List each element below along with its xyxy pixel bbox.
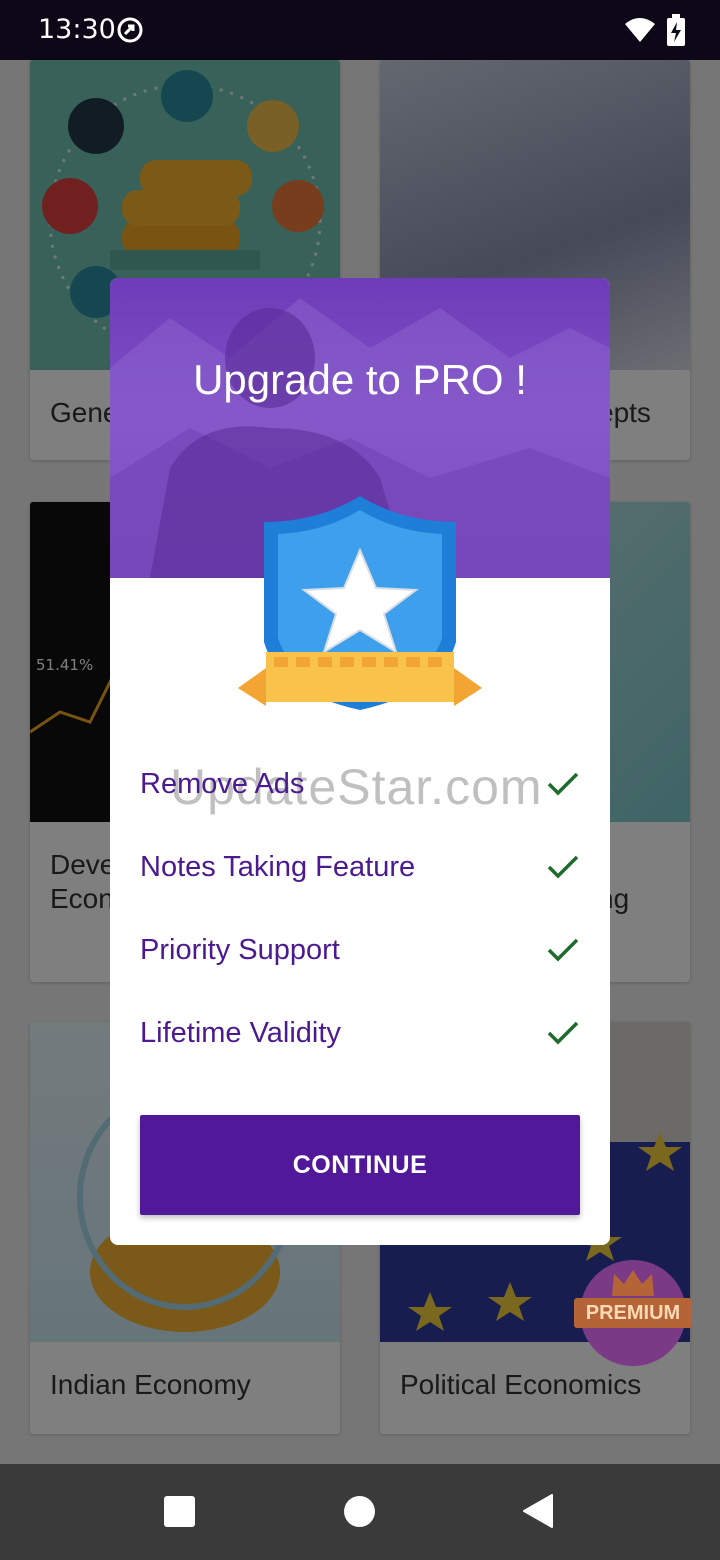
status-time: 13:30 xyxy=(38,14,116,45)
dialog-title: Upgrade to PRO ! xyxy=(193,356,527,403)
home-button[interactable] xyxy=(344,1496,375,1527)
recents-button[interactable] xyxy=(164,1496,195,1527)
crown-icon xyxy=(612,1270,654,1296)
check-icon xyxy=(547,938,579,962)
back-button[interactable] xyxy=(522,1494,554,1528)
feature-item: Remove Ads xyxy=(140,744,580,827)
feature-label: Remove Ads xyxy=(140,768,305,800)
battery-icon xyxy=(667,14,685,46)
check-icon xyxy=(547,772,579,796)
check-icon xyxy=(547,855,579,879)
wifi-icon xyxy=(625,18,655,42)
status-bar: 13:30 xyxy=(0,0,720,60)
feature-item: Notes Taking Feature xyxy=(140,827,580,910)
sync-icon xyxy=(117,17,143,43)
premium-label: PREMIUM xyxy=(574,1298,692,1328)
feature-label: Lifetime Validity xyxy=(140,1017,341,1049)
pro-shield-badge-icon xyxy=(238,496,482,710)
upgrade-dialog: Upgrade to PRO ! UpdateStar.com Remove A… xyxy=(110,278,610,1245)
feature-label: Priority Support xyxy=(140,934,340,966)
premium-fab[interactable]: PREMIUM xyxy=(574,1260,692,1366)
feature-item: Priority Support xyxy=(140,910,580,993)
navigation-bar xyxy=(0,1464,720,1560)
feature-label: Notes Taking Feature xyxy=(140,851,416,883)
feature-list: Remove Ads Notes Taking Feature Priority… xyxy=(140,744,580,1076)
continue-button[interactable]: CONTINUE xyxy=(140,1115,580,1215)
check-icon xyxy=(547,1021,579,1045)
feature-item: Lifetime Validity xyxy=(140,993,580,1076)
